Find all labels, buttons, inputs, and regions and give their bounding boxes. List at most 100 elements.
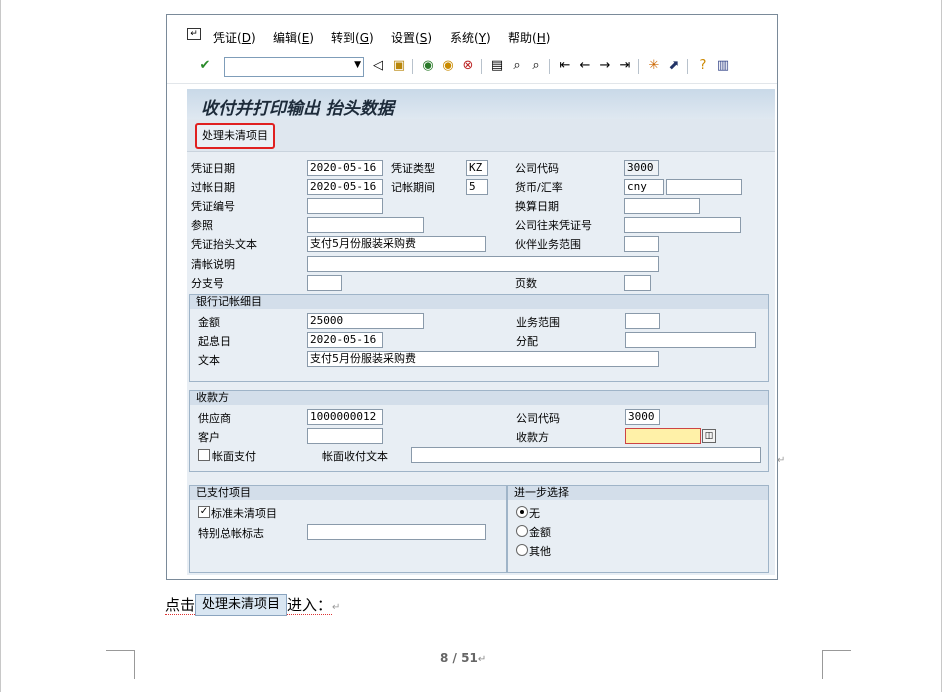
bank-data-group: 银行记帐细目 金额 25000 业务范围 起息日 2020-05-16 分配 文… bbox=[189, 294, 769, 382]
radio-amount-label: 金额 bbox=[529, 526, 551, 539]
radio-none[interactable] bbox=[516, 506, 528, 518]
exchange-rate-field[interactable] bbox=[666, 179, 742, 195]
currency-field[interactable]: cny bbox=[624, 179, 664, 195]
assignment-label: 分配 bbox=[516, 335, 538, 348]
posting-date-field[interactable]: 2020-05-16 bbox=[307, 179, 383, 195]
margin-corner-right bbox=[822, 650, 851, 679]
menu-document[interactable]: 凭证(D) bbox=[213, 29, 256, 46]
special-gl-field[interactable] bbox=[307, 524, 486, 540]
layout-icon[interactable]: ▥ bbox=[715, 58, 731, 74]
branch-label: 分支号 bbox=[191, 277, 224, 290]
paid-items-group: 已支付项目 ✓ 标准未清项目 特别总帐标志 bbox=[189, 485, 507, 573]
trading-partner-label: 伙伴业务范围 bbox=[515, 238, 581, 251]
menu-exit-icon[interactable]: ↵ bbox=[187, 28, 201, 40]
pmnt-on-account-label: 帐面支付 bbox=[212, 450, 256, 463]
sap-window: ↵ 凭证(D) 编辑(E) 转到(G) 设置(S) 系统(Y) 帮助(H) ✔ … bbox=[166, 14, 778, 580]
cancel-icon[interactable]: ⊗ bbox=[460, 58, 476, 74]
screen-area: 收付并打印输出 抬头数据 处理未清项目 凭证日期 2020-05-16 凭证类型… bbox=[187, 89, 775, 575]
trading-partner-field[interactable] bbox=[624, 236, 659, 252]
cc-doc-number-field[interactable] bbox=[624, 217, 741, 233]
exit-icon[interactable]: ◉ bbox=[440, 58, 456, 74]
new-session-icon[interactable]: ✳ bbox=[646, 58, 662, 74]
translation-date-field[interactable] bbox=[624, 198, 700, 214]
payee-label: 收款方 bbox=[516, 431, 549, 444]
help-icon[interactable]: ? bbox=[695, 58, 711, 74]
pmnt-text-field[interactable] bbox=[411, 447, 761, 463]
doc-text-after: 进入： bbox=[287, 596, 333, 615]
screen-title: 收付并打印输出 抬头数据 bbox=[201, 99, 394, 119]
pages-field[interactable] bbox=[624, 275, 651, 291]
page-edge-right bbox=[941, 0, 942, 692]
standard-open-items-label: 标准未清项目 bbox=[211, 507, 277, 520]
title-bar: 收付并打印输出 抬头数据 bbox=[187, 89, 775, 119]
payee-title: 收款方 bbox=[190, 391, 768, 405]
vendor-label: 供应商 bbox=[198, 412, 231, 425]
cc-doc-number-label: 公司往来凭证号 bbox=[515, 219, 592, 232]
paid-items-title: 已支付项目 bbox=[190, 486, 506, 500]
next-page-icon[interactable]: → bbox=[597, 58, 613, 74]
doc-type-field[interactable]: KZ bbox=[466, 160, 488, 176]
print-icon[interactable]: ▤ bbox=[489, 58, 505, 74]
toolbar: ✔ ▼ ◁ ▣ ◉ ◉ ⊗ ▤ ⌕ ⌕ ⇤ ← → ⇥ ✳ ⬈ ? ▥ bbox=[167, 53, 777, 84]
page-number: 8 / 51↵ bbox=[440, 651, 486, 665]
clearing-text-field[interactable] bbox=[307, 256, 659, 272]
menu-system[interactable]: 系统(Y) bbox=[450, 29, 491, 46]
chevron-down-icon[interactable]: ▼ bbox=[354, 60, 361, 70]
page-total: 51 bbox=[461, 651, 478, 665]
menu-settings[interactable]: 设置(S) bbox=[391, 29, 432, 46]
doc-number-label: 凭证编号 bbox=[191, 200, 235, 213]
toolbar-separator bbox=[687, 59, 688, 74]
process-open-items-button[interactable]: 处理未清项目 bbox=[195, 123, 275, 149]
customer-field[interactable] bbox=[307, 428, 383, 444]
company-code-label: 公司代码 bbox=[515, 162, 559, 175]
back-arrow-icon[interactable]: ◁ bbox=[370, 58, 386, 74]
value-date-label: 起息日 bbox=[198, 335, 231, 348]
payee-company-code-field[interactable]: 3000 bbox=[625, 409, 660, 425]
doc-paragraph: 点击 处理未清项目 进入：↵ bbox=[165, 593, 340, 620]
radio-others-label: 其他 bbox=[529, 545, 551, 558]
radio-none-label: 无 bbox=[529, 507, 540, 520]
margin-corner-left bbox=[106, 650, 135, 679]
business-area-field[interactable] bbox=[625, 313, 660, 329]
page-sep: / bbox=[448, 651, 462, 665]
value-help-icon[interactable]: ◫ bbox=[702, 429, 716, 443]
header-text-field[interactable]: 支付5月份服装采购费 bbox=[307, 236, 486, 252]
further-selection-title: 进一步选择 bbox=[508, 486, 768, 500]
save-icon[interactable]: ▣ bbox=[391, 58, 407, 74]
back-icon[interactable]: ◉ bbox=[420, 58, 436, 74]
further-selection-group: 进一步选择 无 金额 其他 bbox=[507, 485, 769, 573]
branch-field[interactable] bbox=[307, 275, 342, 291]
radio-others[interactable] bbox=[516, 544, 528, 556]
payee-field[interactable] bbox=[625, 428, 701, 444]
doc-date-field[interactable]: 2020-05-16 bbox=[307, 160, 383, 176]
application-toolbar: 处理未清项目 bbox=[187, 119, 775, 152]
posting-date-label: 过帐日期 bbox=[191, 181, 235, 194]
assignment-field[interactable] bbox=[625, 332, 756, 348]
menu-help[interactable]: 帮助(H) bbox=[508, 29, 550, 46]
find-next-icon[interactable]: ⌕ bbox=[528, 58, 544, 74]
first-page-icon[interactable]: ⇤ bbox=[557, 58, 573, 74]
pmnt-text-label: 帐面收付文本 bbox=[322, 450, 388, 463]
menu-bar: ↵ 凭证(D) 编辑(E) 转到(G) 设置(S) 系统(Y) 帮助(H) bbox=[167, 15, 777, 53]
find-icon[interactable]: ⌕ bbox=[509, 58, 525, 74]
bank-text-field[interactable]: 支付5月份服装采购费 bbox=[307, 351, 659, 367]
vendor-field[interactable]: 1000000012 bbox=[307, 409, 383, 425]
radio-amount[interactable] bbox=[516, 525, 528, 537]
doc-number-field[interactable] bbox=[307, 198, 383, 214]
company-code-field[interactable]: 3000 bbox=[624, 160, 659, 176]
prev-page-icon[interactable]: ← bbox=[577, 58, 593, 74]
toolbar-separator bbox=[549, 59, 550, 74]
menu-edit[interactable]: 编辑(E) bbox=[273, 29, 314, 46]
value-date-field[interactable]: 2020-05-16 bbox=[307, 332, 383, 348]
command-field[interactable]: ▼ bbox=[224, 57, 364, 77]
enter-icon[interactable]: ✔ bbox=[197, 58, 213, 74]
pmnt-on-account-checkbox[interactable] bbox=[198, 449, 210, 461]
reference-label: 参照 bbox=[191, 219, 213, 232]
last-page-icon[interactable]: ⇥ bbox=[617, 58, 633, 74]
standard-open-items-checkbox[interactable]: ✓ bbox=[198, 506, 210, 518]
reference-field[interactable] bbox=[307, 217, 424, 233]
shortcut-icon[interactable]: ⬈ bbox=[666, 58, 682, 74]
amount-field[interactable]: 25000 bbox=[307, 313, 424, 329]
period-field[interactable]: 5 bbox=[466, 179, 488, 195]
menu-goto[interactable]: 转到(G) bbox=[331, 29, 374, 46]
